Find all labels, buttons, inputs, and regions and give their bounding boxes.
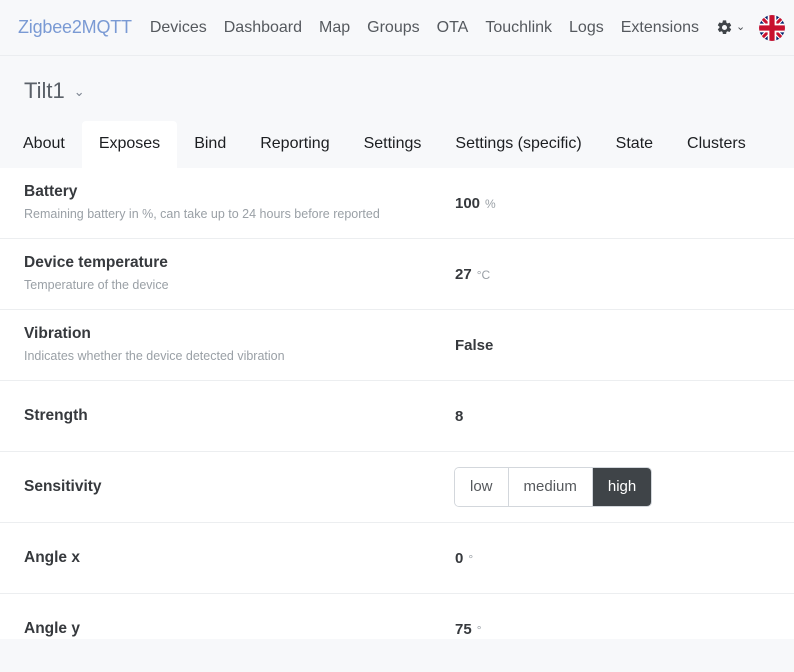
nav-item-devices[interactable]: Devices: [150, 19, 207, 37]
nav-item-ota[interactable]: OTA: [437, 19, 469, 37]
sensitivity-button-group: low medium high: [455, 467, 652, 507]
expose-title: Battery: [24, 183, 78, 201]
expose-label-group: Sensitivity: [24, 477, 455, 498]
tab-about[interactable]: About: [6, 121, 82, 168]
expose-label-group: Strength: [24, 406, 455, 427]
expose-row-angle-x: Angle x 0 °: [0, 523, 794, 594]
expose-row-sensitivity: Sensitivity low medium high: [0, 452, 794, 523]
tab-exposes[interactable]: Exposes: [81, 121, 178, 168]
navbar-right-group: ⌄: [716, 14, 786, 41]
sensitivity-option-low[interactable]: low: [455, 467, 509, 507]
nav-item-groups[interactable]: Groups: [367, 19, 419, 37]
expose-value: 100: [455, 194, 481, 212]
expose-row-vibration: Vibration Indicates whether the device d…: [0, 310, 794, 381]
exposes-panel: Battery Remaining battery in %, can take…: [0, 168, 794, 639]
expose-unit: °C: [476, 267, 491, 282]
expose-row-battery: Battery Remaining battery in %, can take…: [0, 168, 794, 239]
expose-description: Indicates whether the device detected vi…: [24, 349, 285, 364]
expose-value-group: 8: [455, 408, 780, 425]
expose-value: 75: [455, 620, 472, 638]
expose-label-group: Device temperature Temperature of the de…: [24, 253, 455, 294]
expose-value-group: low medium high: [455, 467, 780, 507]
expose-row-strength: Strength 8: [0, 381, 794, 452]
nav-item-touchlink[interactable]: Touchlink: [485, 19, 552, 37]
settings-menu-button[interactable]: ⌄: [716, 19, 745, 36]
expose-value-group: 75 °: [455, 621, 780, 638]
expose-value-group: 27 °C: [455, 266, 780, 283]
sensitivity-option-medium[interactable]: medium: [508, 467, 593, 507]
expose-label-group: Battery Remaining battery in %, can take…: [24, 182, 455, 223]
expose-value-group: False: [455, 337, 780, 354]
main-navbar: Zigbee2MQTT Devices Dashboard Map Groups…: [0, 0, 794, 56]
expose-unit: °: [476, 622, 482, 637]
expose-title: Vibration: [24, 325, 91, 343]
nav-item-extensions[interactable]: Extensions: [621, 19, 699, 37]
page-title: Tilt1: [24, 78, 65, 103]
tab-bind[interactable]: Bind: [177, 121, 243, 168]
expose-row-angle-y: Angle y 75 °: [0, 594, 794, 639]
expose-label-group: Angle x: [24, 548, 455, 569]
expose-title: Angle y: [24, 619, 80, 637]
expose-title: Angle x: [24, 548, 80, 566]
sensitivity-option-high[interactable]: high: [592, 467, 652, 507]
chevron-down-icon[interactable]: ⌄: [74, 85, 85, 98]
nav-item-map[interactable]: Map: [319, 19, 350, 37]
expose-label-group: Angle y: [24, 619, 455, 639]
expose-value: 8: [455, 407, 464, 425]
expose-value-group: 0 °: [455, 550, 780, 567]
uk-flag-icon[interactable]: [759, 14, 786, 41]
tab-clusters[interactable]: Clusters: [670, 121, 763, 168]
expose-title: Device temperature: [24, 254, 168, 272]
expose-title: Strength: [24, 406, 88, 424]
expose-unit: °: [468, 551, 474, 566]
expose-label-group: Vibration Indicates whether the device d…: [24, 324, 455, 365]
expose-title: Sensitivity: [24, 477, 102, 495]
expose-value: 0: [455, 549, 464, 567]
expose-description: Remaining battery in %, can take up to 2…: [24, 207, 380, 222]
tab-settings[interactable]: Settings: [347, 121, 439, 168]
device-tabs: About Exposes Bind Reporting Settings Se…: [0, 114, 794, 168]
expose-row-device-temperature: Device temperature Temperature of the de…: [0, 239, 794, 310]
gear-icon: [716, 19, 733, 36]
brand-logo[interactable]: Zigbee2MQTT: [18, 17, 132, 38]
expose-unit: %: [485, 196, 496, 211]
nav-item-logs[interactable]: Logs: [569, 19, 604, 37]
tab-settings-specific[interactable]: Settings (specific): [438, 121, 598, 168]
device-header: Tilt1 ⌄: [0, 56, 794, 114]
expose-description: Temperature of the device: [24, 278, 169, 293]
expose-value: 27: [455, 265, 472, 283]
expose-value: False: [455, 336, 494, 354]
expose-value-group: 100 %: [455, 195, 780, 212]
nav-item-dashboard[interactable]: Dashboard: [224, 19, 302, 37]
tab-reporting[interactable]: Reporting: [243, 121, 346, 168]
tab-state[interactable]: State: [599, 121, 670, 168]
chevron-down-icon: ⌄: [736, 21, 746, 33]
